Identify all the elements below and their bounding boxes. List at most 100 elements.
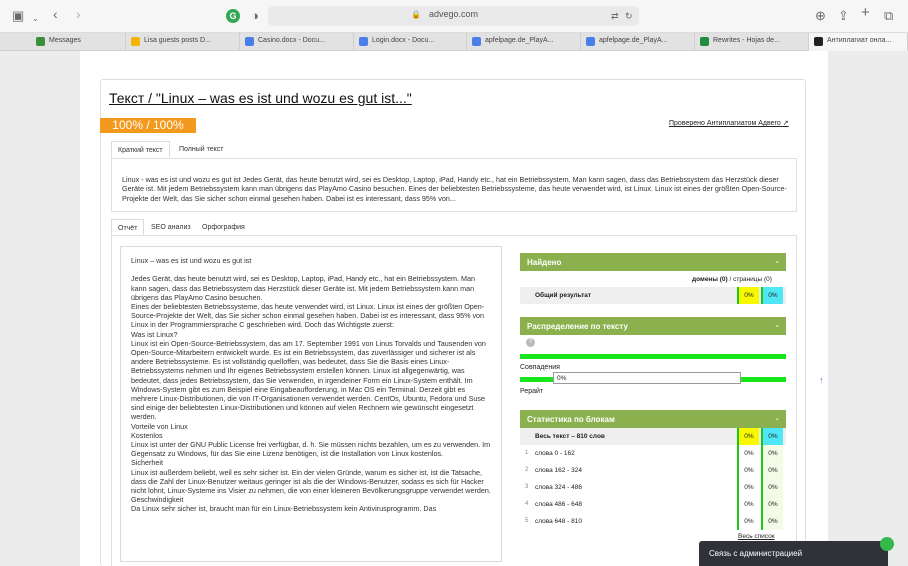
tab-full-text[interactable]: Полный текст	[173, 141, 229, 158]
tab-overview-icon[interactable]: ⧉	[884, 9, 893, 23]
tab-bar: Messages Lisa guests posts D... Casino.d…	[0, 33, 908, 51]
distribution-bar	[520, 354, 786, 359]
tab-rewrites[interactable]: Rewrites - Hojas de...	[695, 33, 809, 51]
block-uniq-b: 0%	[761, 479, 783, 496]
total-uniq-a: 0%	[737, 428, 759, 445]
tab-favicon	[36, 37, 45, 46]
chevron-down-icon: ⌄	[774, 258, 780, 265]
block-row[interactable]: 5 слова 648 - 810 0% 0%	[520, 513, 786, 530]
pages-link[interactable]: страницы (0)	[733, 276, 772, 283]
block-uniq-b: 0%	[761, 462, 783, 479]
online-status-icon	[880, 537, 894, 551]
blocks-total-row: Весь текст – 810 слов 0% 0%	[520, 428, 786, 445]
tab-seo[interactable]: SEO анализ	[145, 219, 197, 236]
full-text-area[interactable]: Linux – was es ist und wozu es gut ist J…	[120, 246, 502, 562]
block-label: слова 324 - 486	[535, 484, 582, 491]
block-uniq-b: 0%	[761, 445, 783, 462]
overall-label: Общий результат	[535, 292, 592, 299]
summary-text: Linux - was es ist und wozu es gut ist J…	[111, 158, 797, 212]
new-tab-icon[interactable]: +	[861, 5, 870, 20]
found-header[interactable]: Найдено ⌄	[520, 253, 786, 271]
block-label: слова 486 - 648	[535, 501, 582, 508]
matches-tooltip: 0%	[553, 372, 741, 384]
block-row[interactable]: 4 слова 486 - 648 0% 0%	[520, 496, 786, 513]
share-icon[interactable]: ⇪	[838, 9, 849, 23]
scroll-up-icon[interactable]: ↑	[819, 375, 824, 385]
matches-bar-right	[741, 377, 786, 382]
block-uniq-a: 0%	[737, 496, 759, 513]
tab-casino-docx[interactable]: Casino.docx - Docu...	[240, 33, 354, 51]
translate-icon[interactable]: ⇄	[611, 9, 619, 23]
reload-icon[interactable]: ↻	[625, 9, 633, 23]
overall-uniq-b: 0%	[761, 287, 783, 304]
help-icon[interactable]: ?	[526, 338, 535, 347]
block-row[interactable]: 1 слова 0 - 162 0% 0%	[520, 445, 786, 462]
chevron-down-icon: ⌄	[774, 322, 780, 329]
rewrite-label: Рерайт	[520, 388, 544, 395]
address-bar[interactable]: 🔒 advego.com ⇄ ↻	[268, 6, 639, 26]
tab-favicon	[245, 37, 254, 46]
tab-apfelpage-1[interactable]: apfelpage.de_PlayA...	[467, 33, 581, 51]
checked-by-link[interactable]: Проверено Антиплагиатом Адвего ↗	[669, 119, 789, 127]
block-uniq-b: 0%	[761, 496, 783, 513]
external-link-icon: ↗	[782, 120, 789, 127]
block-uniq-a: 0%	[737, 479, 759, 496]
tab-apfelpage-2[interactable]: apfelpage.de_PlayA...	[581, 33, 695, 51]
block-uniq-a: 0%	[737, 513, 759, 530]
tab-favicon	[472, 37, 481, 46]
tab-favicon	[700, 37, 709, 46]
block-num: 1	[525, 450, 529, 456]
matches-bar-left	[520, 377, 553, 382]
matches-label: Совпадения	[520, 364, 560, 371]
chevron-down-icon[interactable]: ⌄	[32, 12, 39, 26]
tab-login-docx[interactable]: Login.docx - Docu...	[354, 33, 467, 51]
tab-report[interactable]: Отчёт	[111, 219, 145, 236]
blocks-header[interactable]: Статистика по блокам ⌄	[520, 410, 786, 428]
block-num: 5	[525, 518, 529, 524]
found-title: Найдено	[527, 258, 562, 267]
tab-favicon	[586, 37, 595, 46]
distribution-title: Распределение по тексту	[527, 322, 628, 331]
block-num: 4	[525, 501, 529, 507]
tab-favicon	[131, 37, 140, 46]
block-label: слова 162 - 324	[535, 467, 582, 474]
uniqueness-badge: 100% / 100%	[100, 118, 196, 133]
block-num: 2	[525, 467, 529, 473]
overall-uniq-a: 0%	[737, 287, 759, 304]
browser-toolbar: ▣ ⌄ ‹ › G ◑ 🔒 advego.com ⇄ ↻ ⊕ ⇪ + ⧉	[0, 0, 908, 33]
tab-favicon	[359, 37, 368, 46]
sidebar-icon[interactable]: ▣	[12, 9, 24, 23]
shield-icon[interactable]: ◑	[251, 9, 259, 23]
separator: /	[729, 276, 732, 283]
tab-favicon	[814, 37, 823, 46]
tab-short-text[interactable]: Краткий текст	[111, 141, 170, 158]
overall-result-row: Общий результат 0% 0%	[520, 287, 786, 304]
found-counts: домены (0) / страницы (0)	[692, 276, 772, 283]
block-num: 3	[525, 484, 529, 490]
block-uniq-b: 0%	[761, 513, 783, 530]
blocks-title: Статистика по блокам	[527, 415, 615, 424]
tab-spelling[interactable]: Орфография	[196, 219, 251, 236]
block-row[interactable]: 3 слова 324 - 486 0% 0%	[520, 479, 786, 496]
chevron-down-icon: ⌄	[774, 415, 780, 422]
contact-admin-label: Связь с администрацией	[709, 549, 803, 558]
block-row[interactable]: 2 слова 162 - 324 0% 0%	[520, 462, 786, 479]
tab-messages[interactable]: Messages	[31, 33, 126, 51]
tab-lisa-guests[interactable]: Lisa guests posts D...	[126, 33, 240, 51]
tab-antiplagiat[interactable]: Антиплагиат онла...	[809, 33, 908, 51]
contact-admin-widget[interactable]: Связь с администрацией	[699, 537, 894, 566]
back-icon[interactable]: ‹	[53, 7, 58, 21]
download-icon[interactable]: ⊕	[815, 9, 826, 23]
total-uniq-b: 0%	[761, 428, 783, 445]
forward-icon[interactable]: ›	[76, 7, 81, 21]
total-label: Весь текст – 810 слов	[535, 433, 605, 440]
block-label: слова 648 - 810	[535, 518, 582, 525]
checked-by-label: Проверено Антиплагиатом Адвего	[669, 120, 781, 127]
profile-avatar[interactable]: G	[226, 9, 240, 23]
text-tabs: Краткий текст Полный текст	[111, 141, 311, 158]
distribution-header[interactable]: Распределение по тексту ⌄	[520, 317, 786, 335]
matches-value: 0%	[557, 375, 567, 382]
domains-link[interactable]: домены (0)	[692, 276, 728, 283]
report-tabs: Отчёт SEO анализ Орфография	[111, 219, 311, 236]
all-list-link[interactable]: Весь список	[738, 533, 775, 540]
